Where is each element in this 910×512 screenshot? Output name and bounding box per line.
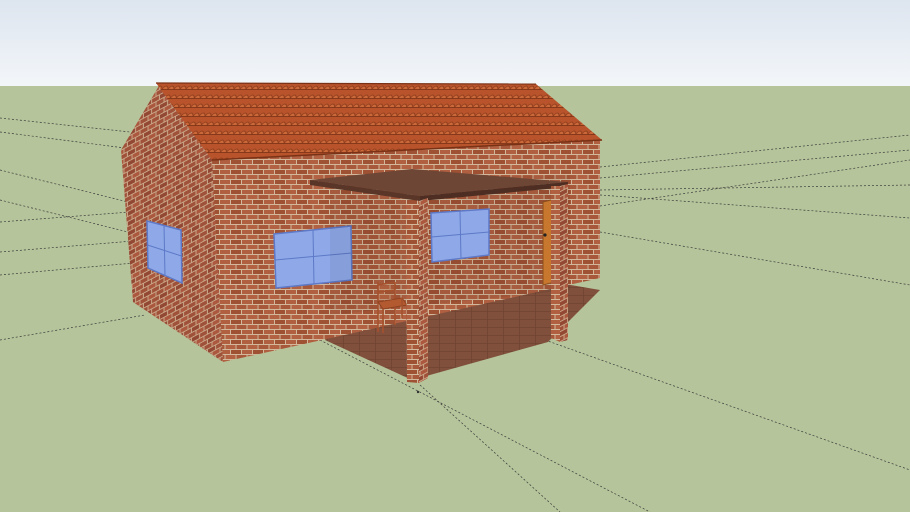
- modeling-viewport[interactable]: [0, 0, 910, 512]
- sky: [0, 0, 910, 86]
- porch-column-right[interactable]: [551, 184, 568, 342]
- axis-origin-marker: [416, 390, 420, 394]
- door-knob-icon: [543, 233, 547, 237]
- front-window-right[interactable]: [430, 208, 490, 263]
- porch-column-left[interactable]: [406, 198, 428, 383]
- scene-canvas[interactable]: [0, 0, 910, 512]
